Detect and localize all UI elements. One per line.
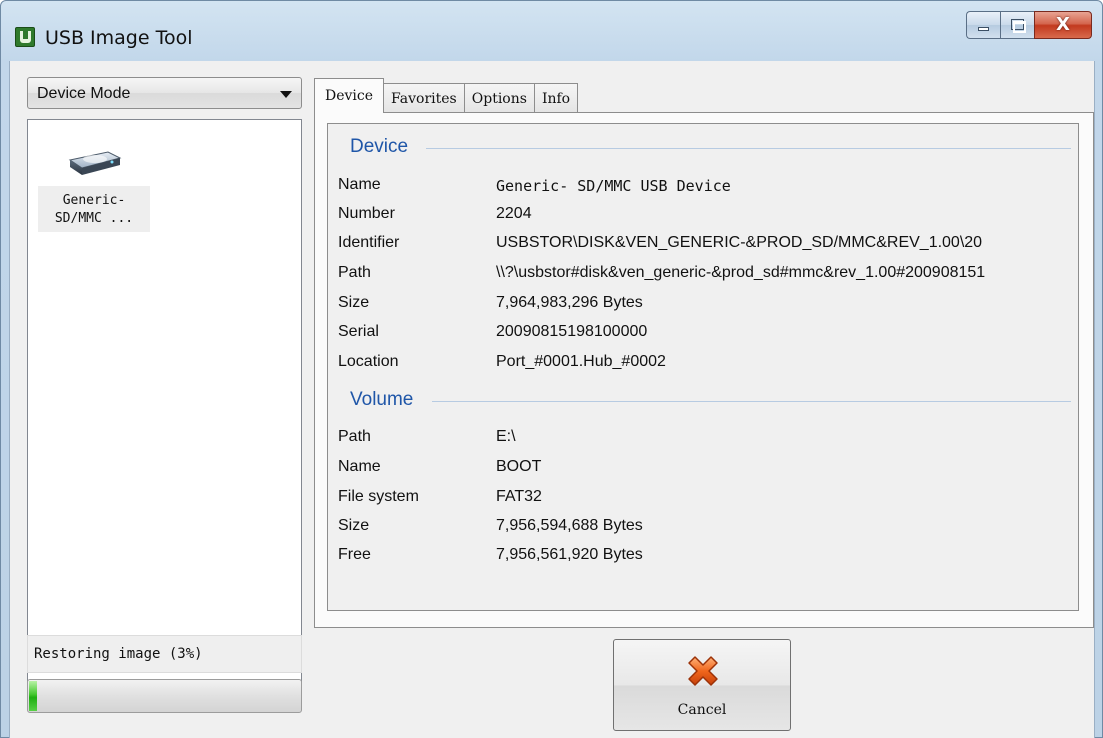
minimize-icon — [978, 27, 989, 31]
device-number-value: 2204 — [496, 205, 532, 222]
tab-device[interactable]: Device — [314, 78, 385, 113]
device-identifier-value: USBSTOR\DISK&VEN_GENERIC-&PROD_SD/MMC&RE… — [496, 234, 983, 251]
volume-name-label: Name — [338, 458, 381, 475]
tab-options[interactable]: Options — [464, 83, 535, 113]
progress-fill — [29, 681, 37, 711]
device-name-value: Generic- SD/MMC USB Device — [496, 177, 731, 195]
device-identifier-label: Identifier — [338, 234, 400, 251]
app-window: USB Image Tool X Device Mode Generic- SD… — [0, 0, 1103, 738]
device-path-label: Path — [338, 264, 371, 281]
device-item-generic-sdmmc[interactable]: Generic- SD/MMC ... — [36, 132, 152, 236]
volume-path-value: E:\ — [496, 428, 516, 445]
device-item-label: Generic- SD/MMC ... — [38, 186, 150, 232]
tab-strip: Device Favorites Options Info — [314, 77, 579, 113]
mode-dropdown[interactable]: Device Mode — [27, 77, 302, 109]
close-button[interactable]: X — [1034, 11, 1092, 39]
device-path-value: \\?\usbstor#disk&ven_generic-&prod_sd#mm… — [496, 264, 986, 281]
volume-name-value: BOOT — [496, 458, 542, 475]
device-serial-label: Serial — [338, 323, 379, 340]
group-divider — [432, 401, 1071, 402]
status-bar: Restoring image (3%) — [27, 635, 302, 673]
mode-dropdown-value: Device Mode — [37, 85, 131, 102]
group-divider — [426, 148, 1071, 149]
device-size-label: Size — [338, 294, 370, 311]
device-number-label: Number — [338, 205, 395, 222]
volume-size-label: Size — [338, 517, 370, 534]
cancel-button-label: Cancel — [677, 702, 727, 718]
device-location-label: Location — [338, 353, 399, 370]
tab-favorites[interactable]: Favorites — [384, 83, 465, 113]
volume-group-title: Volume — [350, 389, 414, 410]
device-location-value: Port_#0001.Hub_#0002 — [496, 353, 666, 370]
close-icon: X — [1056, 14, 1070, 35]
maximize-button[interactable] — [1000, 11, 1034, 39]
volume-path-label: Path — [338, 428, 371, 445]
volume-size-value: 7,956,594,688 Bytes — [496, 517, 643, 534]
title-bar[interactable]: USB Image Tool X — [1, 1, 1102, 61]
device-name-label: Name — [338, 176, 381, 193]
tab-info[interactable]: Info — [534, 83, 579, 113]
progress-bar — [27, 679, 302, 713]
device-label-line1: Generic- — [62, 193, 126, 208]
maximize-icon — [1011, 19, 1026, 33]
volume-filesystem-value: FAT32 — [496, 488, 542, 505]
usb-drive-icon — [68, 151, 122, 175]
device-group-title: Device — [350, 136, 409, 157]
cancel-x-icon — [688, 656, 718, 686]
volume-filesystem-label: File system — [338, 488, 419, 505]
device-size-value: 7,964,983,296 Bytes — [496, 294, 643, 311]
chevron-down-icon — [280, 91, 292, 98]
device-serial-value: 20090815198100000 — [496, 323, 648, 340]
app-icon — [15, 27, 35, 47]
device-info-box[interactable]: Device Name Generic- SD/MMC USB Device N… — [327, 123, 1079, 611]
window-title: USB Image Tool — [45, 27, 193, 49]
volume-free-label: Free — [338, 546, 371, 563]
device-label-line2: SD/MMC ... — [54, 211, 134, 226]
device-tab-panel: Device Name Generic- SD/MMC USB Device N… — [314, 112, 1094, 628]
status-text: Restoring image (3%) — [34, 646, 203, 662]
minimize-button[interactable] — [966, 11, 1000, 39]
window-client-area: Device Mode Generic- SD/MMC ... Restorin… — [9, 61, 1095, 738]
window-controls: X — [966, 11, 1092, 39]
device-list[interactable]: Generic- SD/MMC ... — [27, 119, 302, 683]
volume-free-value: 7,956,561,920 Bytes — [496, 546, 643, 563]
cancel-button[interactable]: Cancel — [613, 639, 791, 731]
